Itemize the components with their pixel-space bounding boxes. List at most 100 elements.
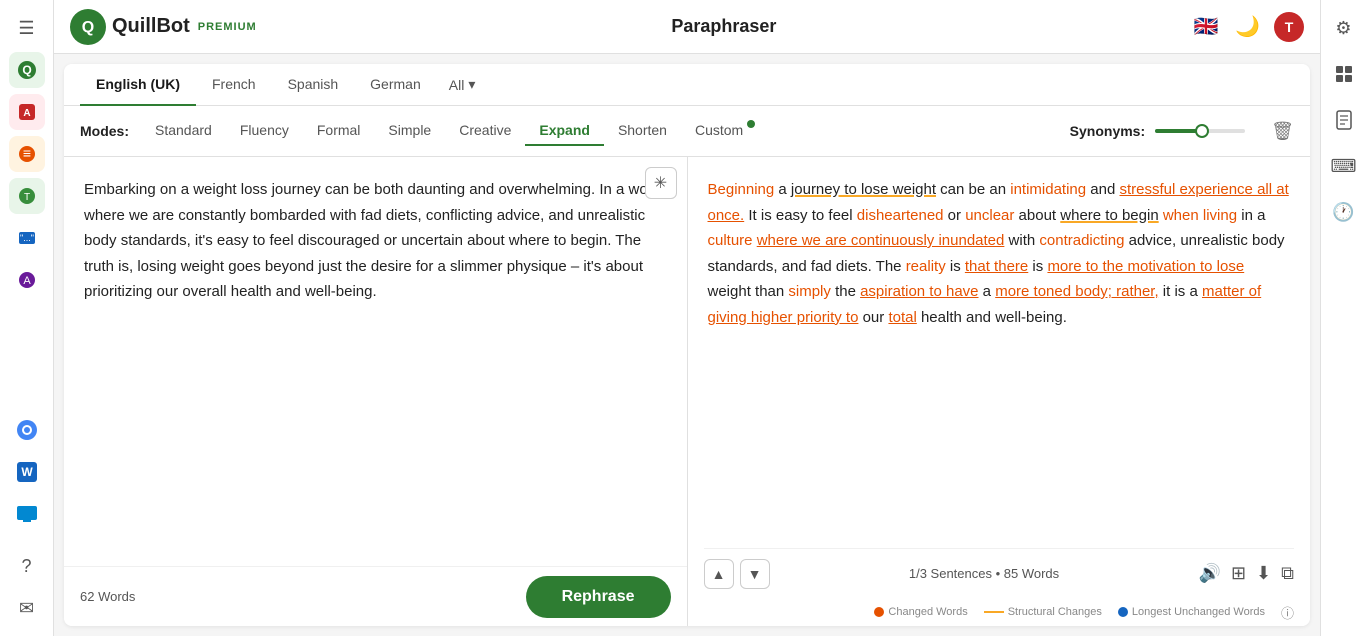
output-word: disheartened — [857, 207, 944, 224]
language-tabs: English (UK) French Spanish German All ▾ — [64, 64, 1310, 106]
unchanged-label: Longest Unchanged Words — [1132, 606, 1265, 618]
output-word: contradicting — [1039, 232, 1124, 249]
logo-text: QuillBot — [112, 15, 190, 38]
output-word: aspiration to have — [860, 283, 978, 300]
copy-icon[interactable]: ⧉ — [1281, 563, 1294, 584]
compare-icon[interactable]: ⊞ — [1231, 563, 1246, 584]
mode-creative[interactable]: Creative — [445, 116, 525, 146]
mode-simple[interactable]: Simple — [374, 116, 445, 146]
rephrase-button[interactable]: Rephrase — [526, 576, 671, 618]
synonyms-section: Synonyms: 🗑 — [1070, 121, 1294, 142]
mode-standard[interactable]: Standard — [141, 116, 226, 146]
structural-line — [984, 611, 1004, 613]
mode-bar: Modes: Standard Fluency Formal Simple Cr… — [64, 106, 1310, 157]
svg-text:A: A — [23, 108, 30, 119]
logo-premium: PREMIUM — [198, 21, 257, 33]
output-word: more toned body; rather, — [995, 283, 1158, 300]
prev-sentence-button[interactable]: ▲ — [704, 559, 734, 589]
output-word: total — [888, 309, 916, 326]
mode-custom[interactable]: Custom — [681, 116, 757, 146]
chrome-icon[interactable] — [9, 412, 45, 448]
slider-fill — [1155, 129, 1200, 133]
right-panel: Beginning a journey to lose weight can b… — [688, 157, 1311, 626]
layout-icon[interactable] — [1326, 56, 1362, 92]
logo-icon: Q — [70, 9, 106, 45]
svg-text:A: A — [23, 275, 31, 287]
changed-label: Changed Words — [888, 606, 967, 618]
citation-icon[interactable]: "..." — [9, 220, 45, 256]
tab-german[interactable]: German — [354, 64, 437, 106]
monitor-icon[interactable] — [9, 496, 45, 532]
tab-english-uk[interactable]: English (UK) — [80, 64, 196, 106]
logo: Q QuillBot PREMIUM — [70, 9, 257, 45]
tab-all[interactable]: All ▾ — [437, 64, 488, 105]
synonyms-slider[interactable] — [1155, 129, 1245, 133]
svg-text:T: T — [23, 192, 29, 203]
mode-expand[interactable]: Expand — [525, 116, 604, 146]
right-sidebar: ⚙ ⌨ 🕐 — [1320, 0, 1366, 636]
settings-icon[interactable]: ⚙ — [1326, 10, 1362, 46]
right-footer-controls: ▲ ▼ 1/3 Sentences • 85 Words 🔊 ⊞ ⬇ ⧉ — [704, 548, 1295, 598]
svg-text:Q: Q — [22, 63, 31, 77]
header: Q QuillBot PREMIUM Paraphraser 🇬🇧 🌙 T — [54, 0, 1320, 54]
legend-info-icon[interactable]: ⓘ — [1281, 603, 1294, 622]
download-icon[interactable]: ⬇ — [1256, 563, 1271, 584]
mode-shorten[interactable]: Shorten — [604, 116, 681, 146]
freeze-icon[interactable]: ✳ — [645, 167, 677, 199]
page-title: Paraphraser — [267, 16, 1181, 37]
svg-text:Q: Q — [82, 19, 94, 36]
speaker-icon[interactable]: 🔊 — [1199, 563, 1221, 584]
translator-icon[interactable]: T — [9, 178, 45, 214]
output-word: intimidating — [1010, 181, 1086, 198]
legend: Changed Words Structural Changes Longest… — [704, 598, 1295, 626]
document-icon[interactable] — [1326, 102, 1362, 138]
main-area: Q QuillBot PREMIUM Paraphraser 🇬🇧 🌙 T En… — [54, 0, 1320, 636]
paraphraser-icon[interactable]: Q — [9, 52, 45, 88]
mode-formal[interactable]: Formal — [303, 116, 375, 146]
language-flag-icon[interactable]: 🇬🇧 — [1191, 12, 1221, 42]
hamburger-icon[interactable]: ☰ — [9, 10, 45, 46]
output-word: simply — [788, 283, 831, 300]
structural-label: Structural Changes — [1008, 606, 1102, 618]
output-word: where we are continuously inundated — [757, 232, 1005, 249]
svg-text:"...": "..." — [20, 233, 34, 243]
dark-mode-icon[interactable]: 🌙 — [1235, 14, 1260, 39]
sentence-nav: ▲ ▼ — [704, 559, 770, 589]
output-word: reality — [906, 258, 946, 275]
output-word: culture — [708, 232, 753, 249]
keyboard-icon[interactable]: ⌨ — [1326, 148, 1362, 184]
slider-thumb — [1195, 124, 1209, 138]
help-icon[interactable]: ? — [9, 548, 45, 584]
mail-icon[interactable]: ✉ — [9, 590, 45, 626]
history-icon[interactable]: 🕐 — [1326, 194, 1362, 230]
mode-fluency[interactable]: Fluency — [226, 116, 303, 146]
grammar-icon[interactable]: A — [9, 94, 45, 130]
word-icon[interactable]: W — [9, 454, 45, 490]
output-word: more to the motivation to lose — [1047, 258, 1244, 275]
svg-text:≡: ≡ — [22, 145, 30, 161]
avatar[interactable]: T — [1274, 12, 1304, 42]
delete-icon[interactable]: 🗑 — [1271, 121, 1294, 142]
panels: Embarking on a weight loss journey can b… — [64, 157, 1310, 626]
output-word: unclear — [965, 207, 1014, 224]
left-panel-footer: 62 Words Rephrase — [64, 566, 687, 626]
svg-text:W: W — [21, 465, 33, 479]
unchanged-dot — [1118, 607, 1128, 617]
input-text[interactable]: Embarking on a weight loss journey can b… — [64, 157, 687, 626]
paraphraser-card: English (UK) French Spanish German All ▾… — [64, 64, 1310, 626]
sentence-info: 1/3 Sentences • 85 Words — [909, 566, 1059, 581]
chevron-down-icon: ▾ — [468, 76, 475, 93]
tab-french[interactable]: French — [196, 64, 272, 106]
next-sentence-button[interactable]: ▼ — [740, 559, 770, 589]
translate-icon[interactable]: A — [9, 262, 45, 298]
summarizer-icon[interactable]: ≡ — [9, 136, 45, 172]
word-count: 62 Words — [80, 589, 135, 604]
changed-dot — [874, 607, 884, 617]
left-panel: Embarking on a weight loss journey can b… — [64, 157, 688, 626]
unchanged-words-legend: Longest Unchanged Words — [1118, 606, 1265, 618]
output-word: Beginning — [708, 181, 775, 198]
tab-spanish[interactable]: Spanish — [272, 64, 355, 106]
changed-words-legend: Changed Words — [874, 606, 967, 618]
output-actions: 🔊 ⊞ ⬇ ⧉ — [1199, 563, 1294, 584]
left-sidebar: ☰ Q A ≡ T "..." A W ? ✉ — [0, 0, 54, 636]
